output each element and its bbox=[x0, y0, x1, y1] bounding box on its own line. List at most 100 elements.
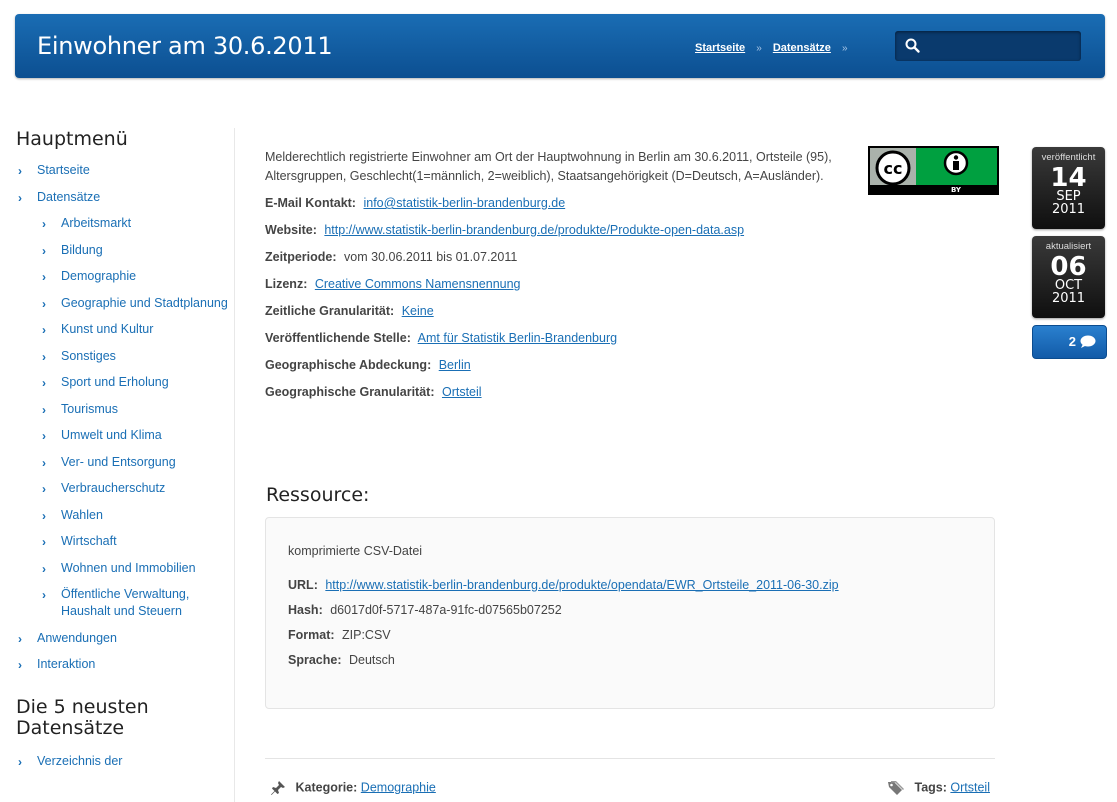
license-link[interactable]: Creative Commons Namensnennung bbox=[315, 277, 521, 291]
menu-item-wirtschaft[interactable]: › Wirtschaft bbox=[16, 533, 231, 550]
field-geographische-abdeckung: Geographische Abdeckung: Berlin bbox=[265, 356, 1005, 375]
menu-item-bildung[interactable]: › Bildung bbox=[16, 242, 231, 259]
field-value: Deutsch bbox=[348, 653, 395, 667]
menu-item-sport[interactable]: › Sport und Erholung bbox=[16, 374, 231, 391]
menu-item-label[interactable]: Ver- und Entsorgung bbox=[61, 455, 176, 469]
menu-item-tourismus[interactable]: › Tourismus bbox=[16, 401, 231, 418]
published-date-badge: veröffentlicht 14 SEP 2011 bbox=[1032, 147, 1105, 229]
chevron-right-icon: › bbox=[42, 535, 46, 549]
chevron-right-icon: › bbox=[18, 658, 22, 672]
recent-dataset-label[interactable]: Verzeichnis der bbox=[37, 754, 122, 768]
field-label: Zeitperiode: bbox=[265, 250, 337, 264]
menu-item-arbeitsmarkt[interactable]: › Arbeitsmarkt bbox=[16, 215, 231, 232]
menu-item-label[interactable]: Sonstiges bbox=[61, 349, 116, 363]
menu-item-versorgung[interactable]: › Ver- und Entsorgung bbox=[16, 454, 231, 471]
field-label: Geographische Abdeckung: bbox=[265, 358, 432, 372]
menu-item-label[interactable]: Sport und Erholung bbox=[61, 375, 169, 389]
category-link[interactable]: Demographie bbox=[361, 780, 436, 794]
menu-item-label[interactable]: Anwendungen bbox=[37, 631, 117, 645]
email-link[interactable]: info@statistik-berlin-brandenburg.de bbox=[363, 196, 565, 210]
menu-item-label[interactable]: Datensätze bbox=[37, 190, 100, 204]
field-label: Website: bbox=[265, 223, 317, 237]
comments-button[interactable]: 2 bbox=[1032, 325, 1107, 359]
field-label: Hash: bbox=[288, 603, 323, 617]
field-geographische-granularitaet: Geographische Granularität: Ortsteil bbox=[265, 383, 1005, 402]
recent-dataset-item[interactable]: › Verzeichnis der bbox=[16, 753, 231, 770]
menu-item-label[interactable]: Verbraucherschutz bbox=[61, 481, 165, 495]
field-label: Format: bbox=[288, 628, 335, 642]
menu-item-label[interactable]: Tourismus bbox=[61, 402, 118, 416]
search-input[interactable] bbox=[927, 36, 1076, 58]
menu-item-wohnen[interactable]: › Wohnen und Immobilien bbox=[16, 560, 231, 577]
main-menu: › Startseite › Datensätze › Arbeitsmarkt › B… bbox=[16, 162, 231, 673]
menu-item-label[interactable]: Interaktion bbox=[37, 657, 95, 671]
menu-item-label[interactable]: Wohnen und Immobilien bbox=[61, 561, 196, 575]
published-day: 14 bbox=[1050, 163, 1087, 193]
chevron-right-icon: › bbox=[42, 243, 46, 258]
chevron-right-icon: › bbox=[18, 631, 22, 646]
chevron-right-icon: › bbox=[42, 217, 46, 231]
menu-item-kunst[interactable]: › Kunst und Kultur bbox=[16, 321, 231, 338]
breadcrumb-datensaetze[interactable]: Datensätze bbox=[773, 42, 831, 54]
search-icon[interactable] bbox=[904, 37, 922, 55]
tags-line: Tags: Ortsteil bbox=[887, 780, 990, 796]
website-link[interactable]: http://www.statistik-berlin-brandenburg.… bbox=[324, 223, 744, 237]
menu-item-label[interactable]: Wahlen bbox=[61, 508, 103, 522]
chevron-right-icon: › bbox=[42, 508, 46, 523]
resource-hash: Hash: d6017d0f-5717-487a-91fc-d07565b072… bbox=[288, 601, 978, 620]
menu-item-sonstiges[interactable]: › Sonstiges bbox=[16, 348, 231, 365]
breadcrumb-startseite[interactable]: Startseite bbox=[695, 42, 745, 54]
menu-item-verwaltung[interactable]: › Öffentliche Verwaltung, Haushalt und St… bbox=[16, 586, 231, 620]
field-label: Veröffentlichende Stelle: bbox=[265, 331, 411, 345]
menu-item-anwendungen[interactable]: › Anwendungen bbox=[16, 630, 231, 647]
resource-title: komprimierte CSV-Datei bbox=[288, 544, 423, 558]
field-website: Website: http://www.statistik-berlin-bra… bbox=[265, 221, 1005, 240]
chevron-right-icon: › bbox=[42, 588, 46, 602]
cc-by-license-badge[interactable]: cc BY bbox=[868, 146, 999, 195]
sidebar: Hauptmenü › Startseite › Datensätze › Arbei… bbox=[16, 128, 231, 780]
field-zeitliche-granularitaet: Zeitliche Granularität: Keine bbox=[265, 302, 1005, 321]
menu-item-label[interactable]: Startseite bbox=[37, 163, 90, 177]
tags-label: Tags: bbox=[914, 780, 947, 795]
field-veroeffentlichende-stelle: Veröffentlichende Stelle: Amt für Statis… bbox=[265, 329, 1005, 348]
menu-item-interaktion[interactable]: › Interaktion bbox=[16, 656, 231, 673]
menu-item-label[interactable]: Geographie und Stadtplanung bbox=[61, 296, 228, 310]
menu-item-label[interactable]: Demographie bbox=[61, 269, 136, 283]
menu-item-label[interactable]: Arbeitsmarkt bbox=[61, 216, 131, 230]
menu-item-umwelt[interactable]: › Umwelt und Klima bbox=[16, 427, 231, 444]
menu-item-label[interactable]: Kunst und Kultur bbox=[61, 322, 153, 336]
tag-icon bbox=[888, 781, 904, 795]
geo-granularity-link[interactable]: Ortsteil bbox=[442, 385, 482, 399]
recent-datasets-heading: Die 5 neusten Datensätze bbox=[16, 696, 149, 739]
publisher-link[interactable]: Amt für Statistik Berlin-Brandenburg bbox=[418, 331, 617, 345]
menu-item-demographie[interactable]: › Demographie bbox=[16, 268, 231, 285]
menu-item-wahlen[interactable]: › Wahlen bbox=[16, 507, 231, 524]
dataset-description: Melderechtlich registrierte Einwohner am… bbox=[265, 150, 832, 183]
updated-date-badge: aktualisiert 06 OCT 2011 bbox=[1032, 236, 1105, 318]
main-menu-heading: Hauptmenü bbox=[16, 128, 128, 150]
menu-item-geographie[interactable]: › Geographie und Stadtplanung bbox=[16, 295, 231, 312]
coverage-link[interactable]: Berlin bbox=[439, 358, 471, 372]
chevron-right-icon: › bbox=[42, 323, 46, 337]
resource-url-link[interactable]: http://www.statistik-berlin-brandenburg.… bbox=[325, 578, 838, 592]
menu-item-datensaetze[interactable]: › Datensätze bbox=[16, 189, 231, 206]
chevron-right-icon: › bbox=[18, 190, 22, 205]
menu-item-label[interactable]: Wirtschaft bbox=[61, 534, 117, 548]
resource-language: Sprache: Deutsch bbox=[288, 651, 978, 670]
field-lizenz: Lizenz: Creative Commons Namensnennung bbox=[265, 275, 1005, 294]
resource-card: komprimierte CSV-Datei URL: http://www.s… bbox=[265, 517, 995, 709]
menu-item-verbraucherschutz[interactable]: › Verbraucherschutz bbox=[16, 480, 231, 497]
chevron-right-icon: › bbox=[42, 455, 46, 470]
menu-item-label[interactable]: Öffentliche Verwaltung, Haushalt und Ste… bbox=[61, 587, 189, 618]
chevron-right-icon: › bbox=[42, 561, 46, 576]
tag-link[interactable]: Ortsteil bbox=[950, 780, 990, 794]
menu-item-startseite[interactable]: › Startseite bbox=[16, 162, 231, 179]
breadcrumb: Startseite » Datensätze » bbox=[695, 42, 856, 54]
granularity-link[interactable]: Keine bbox=[402, 304, 434, 318]
by-badge-text: BY bbox=[951, 186, 962, 194]
menu-item-label[interactable]: Umwelt und Klima bbox=[61, 428, 162, 442]
chevron-right-icon: › bbox=[42, 402, 46, 417]
chevron-right-icon: › bbox=[42, 482, 46, 496]
menu-item-label[interactable]: Bildung bbox=[61, 243, 103, 257]
field-label: E-Mail Kontakt: bbox=[265, 196, 356, 210]
